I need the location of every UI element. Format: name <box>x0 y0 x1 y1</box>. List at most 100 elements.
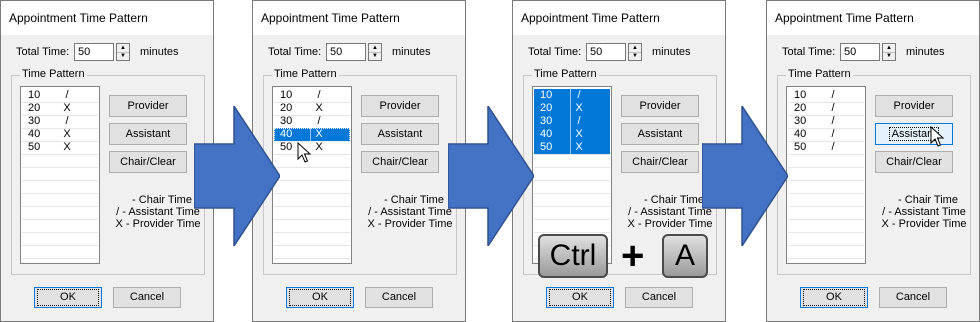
table-row[interactable]: 50 / <box>788 141 864 155</box>
ok-button[interactable]: OK <box>546 287 614 308</box>
table-row[interactable] <box>274 245 350 259</box>
table-row[interactable]: 20 / <box>788 102 864 116</box>
table-row[interactable] <box>788 193 864 207</box>
table-row[interactable]: 30 / <box>22 115 98 129</box>
pattern-cell: X <box>63 102 71 114</box>
time-cell: 30 <box>540 115 571 128</box>
cancel-button[interactable]: Cancel <box>113 287 181 308</box>
chair-clear-button[interactable]: Chair/Clear <box>621 151 699 173</box>
total-time-spinner[interactable]: ▲ ▼ <box>368 43 382 61</box>
table-row[interactable] <box>788 219 864 233</box>
table-row[interactable] <box>788 245 864 259</box>
provider-button[interactable]: Provider <box>109 95 187 117</box>
total-time-spinner[interactable]: ▲ ▼ <box>116 43 130 61</box>
provider-button[interactable]: Provider <box>875 95 953 117</box>
time-pattern-list[interactable]: 10 / 20 X 30 / 40 X 50 X <box>20 86 100 264</box>
time-pattern-list[interactable]: 10 / 20 X 30 / 40 X 50 X <box>272 86 352 264</box>
table-row[interactable]: 30 / <box>534 115 610 129</box>
table-row[interactable]: 50 X <box>22 141 98 155</box>
table-row[interactable]: 20 X <box>534 102 610 116</box>
legend-item: / - Assistant Time <box>116 206 200 218</box>
table-row[interactable]: 20 X <box>22 102 98 116</box>
chair-clear-button[interactable]: Chair/Clear <box>109 151 187 173</box>
total-time-input[interactable]: 50 <box>840 43 880 61</box>
table-row[interactable]: 40 X <box>22 128 98 142</box>
table-row[interactable] <box>788 154 864 168</box>
spinner-down-icon[interactable]: ▼ <box>629 52 641 60</box>
spinner-down-icon[interactable]: ▼ <box>883 52 895 60</box>
ok-button[interactable]: OK <box>34 287 102 308</box>
table-row[interactable]: 50 X <box>534 141 610 155</box>
table-row[interactable] <box>534 206 610 220</box>
table-row[interactable] <box>22 245 98 259</box>
table-row[interactable] <box>274 232 350 246</box>
total-time-input[interactable]: 50 <box>586 43 626 61</box>
table-row[interactable] <box>22 232 98 246</box>
table-row[interactable] <box>274 219 350 233</box>
table-row[interactable] <box>22 180 98 194</box>
dialog-title: Appointment Time Pattern <box>1 1 213 35</box>
table-row[interactable]: 40 X <box>274 128 350 142</box>
table-row[interactable] <box>534 180 610 194</box>
pattern-cell: X <box>315 128 323 140</box>
dialog-title: Appointment Time Pattern <box>253 1 465 35</box>
minutes-label: minutes <box>906 46 945 58</box>
chair-clear-button[interactable]: Chair/Clear <box>361 151 439 173</box>
total-time-input[interactable]: 50 <box>326 43 366 61</box>
provider-button[interactable]: Provider <box>621 95 699 117</box>
spinner-down-icon[interactable]: ▼ <box>117 52 129 60</box>
table-row[interactable] <box>22 193 98 207</box>
table-row[interactable] <box>22 154 98 168</box>
assistant-button[interactable]: Assistant <box>621 123 699 145</box>
total-time-input[interactable]: 50 <box>74 43 114 61</box>
cancel-button[interactable]: Cancel <box>879 287 947 308</box>
total-time-label: Total Time: <box>528 46 582 58</box>
table-row[interactable]: 40 X <box>534 128 610 142</box>
table-row[interactable]: 20 X <box>274 102 350 116</box>
table-row[interactable] <box>274 180 350 194</box>
assistant-button[interactable]: Assistant <box>361 123 439 145</box>
total-time-spinner[interactable]: ▲ ▼ <box>628 43 642 61</box>
table-row[interactable] <box>22 206 98 220</box>
table-row[interactable]: 10 / <box>274 89 350 103</box>
time-pattern-list[interactable]: 10 / 20 / 30 / 40 / 50 / <box>786 86 866 264</box>
table-row[interactable]: 40 / <box>788 128 864 142</box>
table-row[interactable] <box>788 180 864 194</box>
spinner-down-icon[interactable]: ▼ <box>369 52 381 60</box>
time-cell: 50 <box>280 141 293 153</box>
table-row[interactable] <box>274 193 350 207</box>
table-row[interactable] <box>534 167 610 181</box>
table-row[interactable]: 10 / <box>534 89 610 103</box>
table-row[interactable]: 30 / <box>788 115 864 129</box>
table-row[interactable]: 30 / <box>274 115 350 129</box>
ok-button[interactable]: OK <box>286 287 354 308</box>
table-row[interactable] <box>22 219 98 233</box>
pattern-cell: X <box>575 128 583 140</box>
table-row[interactable] <box>788 232 864 246</box>
time-cell: 50 <box>794 141 807 153</box>
time-cell: 20 <box>28 102 41 114</box>
table-row[interactable] <box>274 206 350 220</box>
table-row[interactable]: 10 / <box>788 89 864 103</box>
table-row[interactable] <box>534 219 610 233</box>
cancel-button[interactable]: Cancel <box>625 287 693 308</box>
provider-button[interactable]: Provider <box>361 95 439 117</box>
ok-button[interactable]: OK <box>800 287 868 308</box>
table-row[interactable] <box>788 206 864 220</box>
time-cell: 40 <box>794 128 807 140</box>
time-cell: 10 <box>794 89 807 101</box>
time-cell: 30 <box>280 115 293 127</box>
table-row[interactable]: 10 / <box>22 89 98 103</box>
table-row[interactable] <box>534 193 610 207</box>
total-time-spinner[interactable]: ▲ ▼ <box>882 43 896 61</box>
table-row[interactable] <box>274 167 350 181</box>
next-step-arrow-icon <box>702 106 788 246</box>
time-pattern-label: Time Pattern <box>532 68 599 80</box>
assistant-button[interactable]: Assistant <box>109 123 187 145</box>
table-row[interactable] <box>22 167 98 181</box>
table-row[interactable] <box>534 154 610 168</box>
cancel-button[interactable]: Cancel <box>365 287 433 308</box>
mouse-pointer-icon <box>930 126 945 147</box>
table-row[interactable] <box>788 167 864 181</box>
chair-clear-button[interactable]: Chair/Clear <box>875 151 953 173</box>
